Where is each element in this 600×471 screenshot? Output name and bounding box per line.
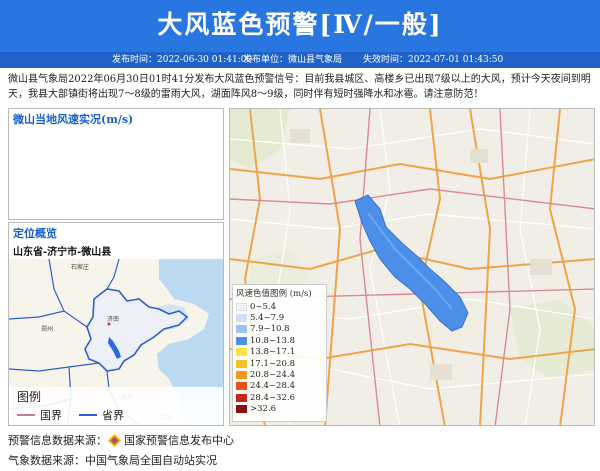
legend-swatch xyxy=(236,382,247,391)
national-border-line-icon xyxy=(17,414,35,416)
svg-text:石家庄: 石家庄 xyxy=(71,263,89,271)
wind-legend-item: >32.6 xyxy=(236,404,323,415)
legend-swatch xyxy=(236,371,247,380)
release-center-logo-icon xyxy=(108,433,121,447)
legend-swatch xyxy=(236,348,247,357)
svg-text:郑州: 郑州 xyxy=(41,325,53,333)
province-border-line-icon xyxy=(79,414,97,416)
wind-legend-item: 7.9~10.8 xyxy=(236,324,323,335)
legend-swatch xyxy=(236,302,247,311)
legend-swatch xyxy=(236,336,247,345)
wind-legend-item: 24.4~28.4 xyxy=(236,381,323,392)
publish-time: 发布时间：2022-06-30 01:41:00 xyxy=(112,55,253,65)
wind-legend-item: 10.8~13.8 xyxy=(236,335,323,346)
wind-legend-item: 0~5.4 xyxy=(236,301,323,312)
wind-legend-title: 风速色值图例 (m/s) xyxy=(236,289,312,299)
wind-speed-legend: 风速色值图例 (m/s) 0~5.4 5.4~7.9 7.9~10.8 10.8… xyxy=(232,284,327,422)
wind-legend-item: 17.1~20.8 xyxy=(236,358,323,369)
meta-bar: 发布时间：2022-06-30 01:41:00 发布单位：微山县气象局 失效时… xyxy=(0,52,600,68)
wind-legend-item: 28.4~32.6 xyxy=(236,392,323,403)
legend-item-national-border: 国界 xyxy=(17,407,62,423)
expire-time: 失效时间：2022-07-01 01:43:50 xyxy=(363,55,504,65)
legend-swatch xyxy=(236,405,247,414)
legend-item-province-border: 省界 xyxy=(79,407,124,423)
warning-source-name[interactable]: 国家预警信息发布中心 xyxy=(124,432,234,448)
wind-legend-item: 20.8~24.4 xyxy=(236,369,323,380)
legend-swatch xyxy=(236,314,247,323)
warning-source-line: 预警信息数据来源： 国家预警信息发布中心 xyxy=(8,432,234,448)
warning-title: 大风蓝色预警[Ⅳ/一般] xyxy=(157,10,443,39)
overview-legend: 图例 国界 省界 xyxy=(9,387,223,425)
weather-source-line: 气象数据来源：中国气象局全国自动站实况 xyxy=(8,452,217,468)
legend-swatch xyxy=(236,359,247,368)
legend-swatch xyxy=(236,393,247,402)
svg-text:济南: 济南 xyxy=(107,315,119,323)
wind-legend-item: 5.4~7.9 xyxy=(236,312,323,323)
warning-bulletin: 微山县气象局2022年06月30日01时41分发布大风蓝色预警信号：目前我县城区… xyxy=(8,74,591,100)
location-path: 山东省-济宁市-微山县 xyxy=(13,247,112,258)
weather-source-text: 气象数据来源：中国气象局全国自动站实况 xyxy=(8,454,217,467)
overview-legend-title: 图例 xyxy=(17,390,42,404)
location-panel-title: 定位概览 xyxy=(13,227,57,240)
header-banner: 大风蓝色预警[Ⅳ/一般] xyxy=(0,0,600,52)
wind-speed-panel-title: 微山当地风速实况(m/s) xyxy=(13,113,134,126)
wind-speed-panel: 微山当地风速实况(m/s) xyxy=(8,108,224,220)
warning-source-label: 预警信息数据来源： xyxy=(8,434,107,447)
publisher: 发布单位：微山县气象局 xyxy=(243,55,343,65)
legend-swatch xyxy=(236,325,247,334)
wind-legend-item: 13.8~17.1 xyxy=(236,347,323,358)
